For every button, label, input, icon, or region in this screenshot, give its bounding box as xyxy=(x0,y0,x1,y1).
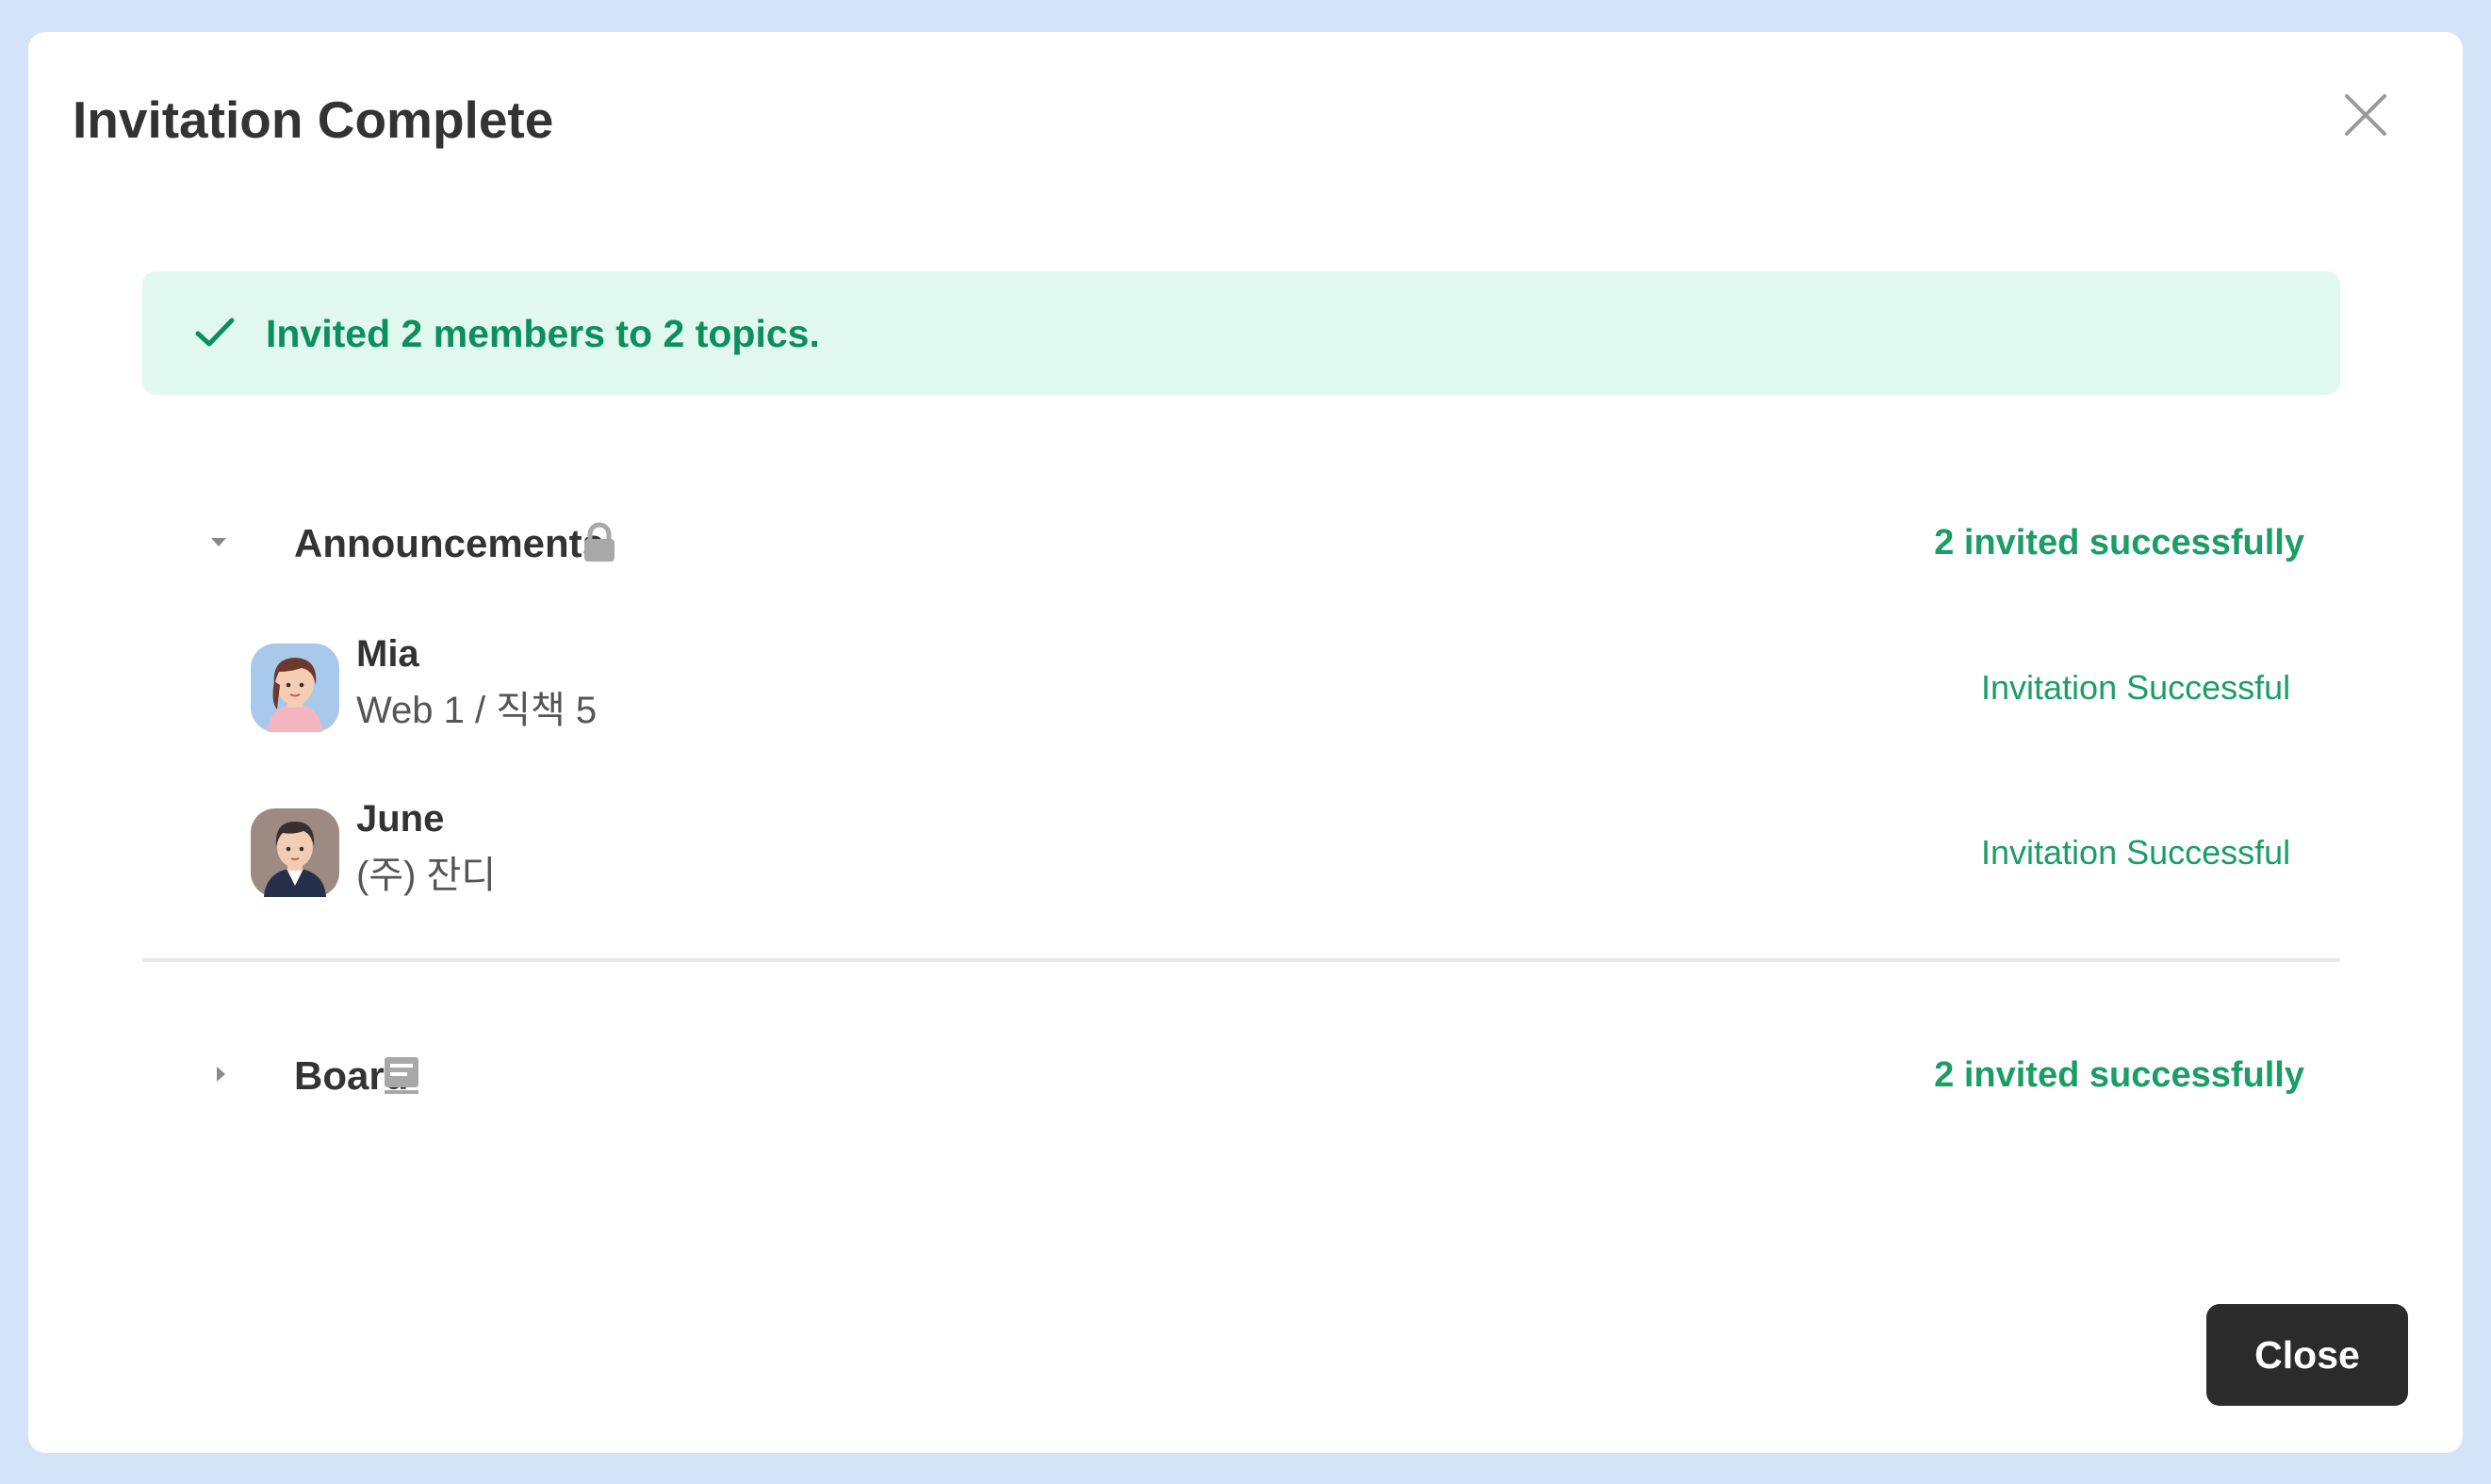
invitation-complete-dialog: Invitation Complete Invited 2 members to… xyxy=(28,32,2463,1453)
avatar xyxy=(251,808,339,897)
avatar xyxy=(251,644,339,732)
member-org: Web 1 / 직책 5 xyxy=(356,690,598,731)
success-banner: Invited 2 members to 2 topics. xyxy=(142,271,2340,395)
section-divider xyxy=(142,958,2340,962)
dialog-title: Invitation Complete xyxy=(73,90,554,149)
topic-summary: 2 invited successfully xyxy=(1934,523,2304,563)
invitation-status: Invitation Successful xyxy=(1981,833,2291,872)
member-name: June xyxy=(356,798,445,840)
close-x-icon[interactable] xyxy=(2338,88,2393,142)
topic-name: Announcements xyxy=(294,521,605,565)
member-row: Mia Web 1 / 직책 5 Invitation Successful xyxy=(142,618,2340,759)
close-button[interactable]: Close xyxy=(2206,1304,2408,1406)
member-name: Mia xyxy=(356,633,419,675)
board-icon xyxy=(383,1054,420,1096)
invitation-status: Invitation Successful xyxy=(1981,668,2291,707)
caret-down-icon[interactable] xyxy=(209,532,228,551)
success-banner-text: Invited 2 members to 2 topics. xyxy=(266,312,820,355)
topic-header-announcements[interactable]: Announcements 2 invited successfully xyxy=(142,505,2340,580)
topic-header-board[interactable]: Board 2 invited successfully xyxy=(142,1037,2340,1113)
topic-summary: 2 invited successfully xyxy=(1934,1055,2304,1095)
member-org: (주) 잔디 xyxy=(356,855,497,896)
caret-right-icon[interactable] xyxy=(211,1065,230,1084)
check-icon xyxy=(194,315,236,351)
lock-icon xyxy=(581,522,618,563)
member-row: June (주) 잔디 Invitation Successful xyxy=(142,783,2340,924)
